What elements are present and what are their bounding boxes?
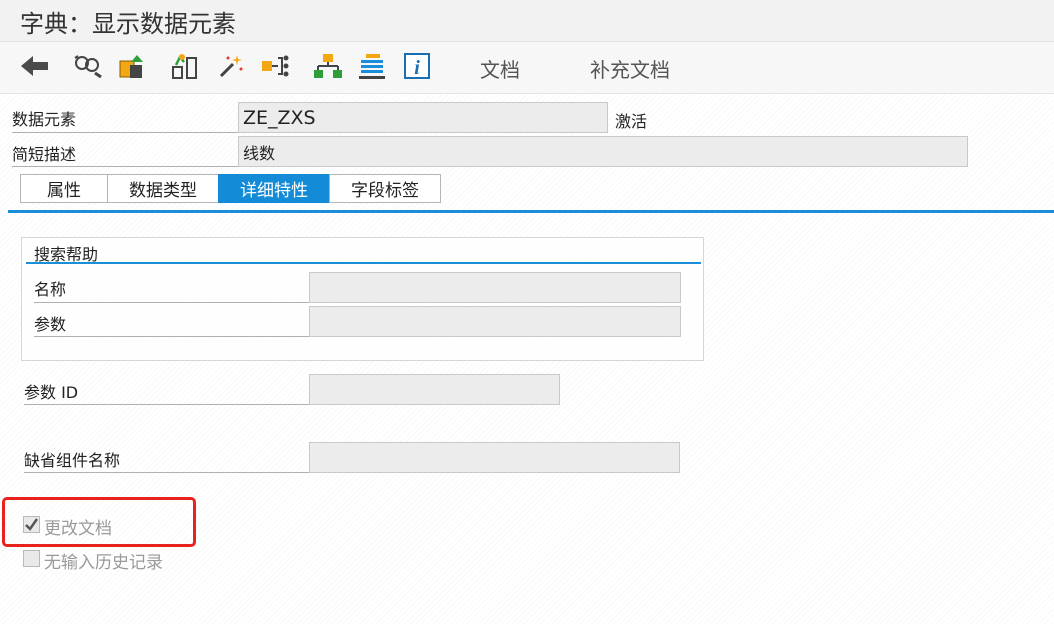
highlight-box <box>2 497 196 547</box>
group-divider <box>26 262 701 264</box>
display-change-icon[interactable] <box>73 51 103 81</box>
wand-icon[interactable] <box>216 51 246 81</box>
default-component-label: 缺省组件名称 <box>24 447 309 473</box>
no-input-history-checkbox[interactable] <box>23 550 40 567</box>
default-component-field[interactable] <box>309 442 680 473</box>
parameter-id-field[interactable] <box>309 374 560 405</box>
svg-text:i: i <box>414 57 420 79</box>
tab-underline <box>8 210 1054 213</box>
info-icon[interactable]: i <box>402 51 432 81</box>
tab-further-characteristics[interactable]: 详细特性 <box>218 174 330 203</box>
title-bar: 字典：显示数据元素 <box>0 0 1054 42</box>
list-icon[interactable] <box>357 51 387 81</box>
search-help-group: 搜索帮助 名称 参数 <box>21 237 704 361</box>
tab-field-label[interactable]: 字段标签 <box>329 174 441 203</box>
status-text: 激活 <box>615 112 648 131</box>
documentation-button[interactable]: 文档 <box>480 54 520 83</box>
back-arrow-icon[interactable] <box>20 51 50 81</box>
data-element-label: 数据元素 <box>12 106 238 133</box>
search-help-name-field[interactable] <box>309 272 681 303</box>
tab-attributes[interactable]: 属性 <box>20 174 108 203</box>
activate-icon[interactable] <box>170 51 200 81</box>
toolbar: i 文档 补充文档 <box>0 42 1054 94</box>
tab-data-type[interactable]: 数据类型 <box>107 174 219 203</box>
parameter-id-label: 参数 ID <box>24 379 309 405</box>
no-input-history-label: 无输入历史记录 <box>44 553 163 573</box>
search-help-name-label: 名称 <box>34 276 310 303</box>
data-element-field[interactable]: ZE_ZXS <box>238 102 608 133</box>
hierarchy-icon[interactable] <box>313 51 343 81</box>
window-title: 字典：显示数据元素 <box>20 10 236 38</box>
search-help-parameter-field[interactable] <box>309 306 681 337</box>
short-description-field[interactable]: 线数 <box>238 136 968 167</box>
short-description-label: 简短描述 <box>12 141 238 167</box>
supplementary-documentation-button[interactable]: 补充文档 <box>590 54 670 83</box>
where-used-icon[interactable] <box>260 51 290 81</box>
check-object-icon[interactable] <box>117 51 147 81</box>
search-help-parameter-label: 参数 <box>34 311 310 337</box>
